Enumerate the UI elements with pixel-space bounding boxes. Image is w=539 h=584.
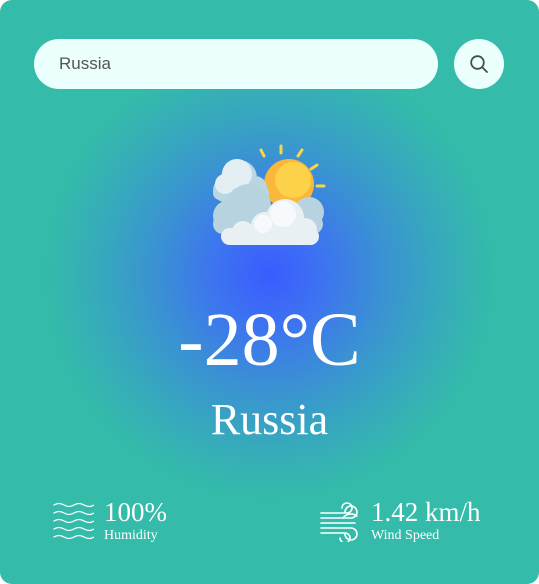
humidity-detail: 100% Humidity <box>52 496 212 548</box>
city-name: Russia <box>210 395 329 444</box>
wind-icon <box>320 502 358 542</box>
wind-value: 1.42 km/h <box>371 497 481 527</box>
weather-card: -28°C Russia 100% Humidity 1 <box>0 0 539 584</box>
partly-cloudy-icon <box>213 144 326 245</box>
humidity-value: 100% <box>104 497 167 527</box>
search-icon <box>470 55 488 73</box>
temperature-value: -28°C <box>178 298 361 382</box>
search-input[interactable] <box>34 39 438 89</box>
wind-detail: 1.42 km/h Wind Speed <box>319 496 519 548</box>
humidity-waves-icon <box>53 502 94 540</box>
humidity-label: Humidity <box>104 528 158 543</box>
wind-label: Wind Speed <box>371 528 440 543</box>
search-button[interactable] <box>454 39 504 89</box>
